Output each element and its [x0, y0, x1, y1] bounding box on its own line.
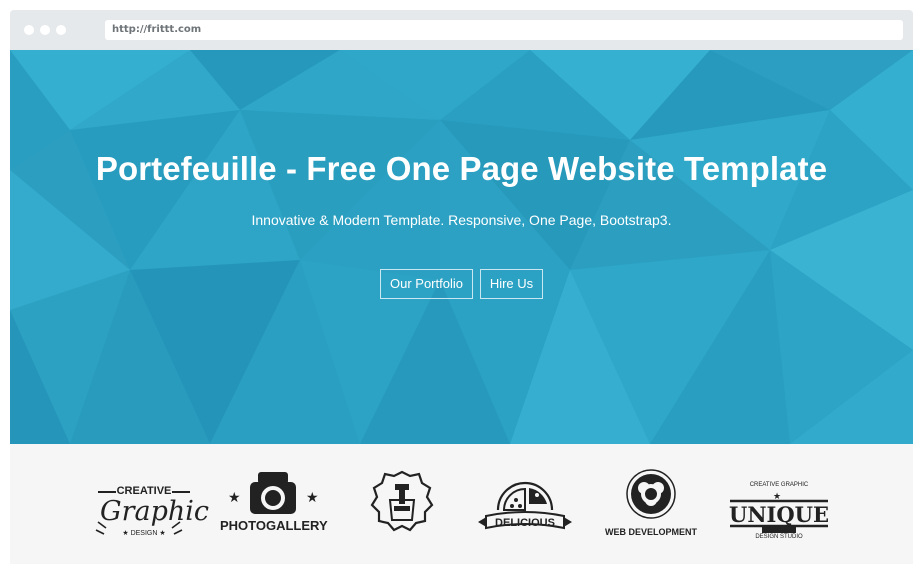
browser-toolbar: http://frittt.com — [10, 10, 913, 50]
logo-unique[interactable]: ★ CREATIVE GRAPHIC UNIQUE DESIGN STUDIO — [726, 444, 832, 564]
logo-unique-top: CREATIVE GRAPHIC — [749, 482, 809, 488]
logo-unique-label: UNIQUE — [729, 502, 829, 527]
hire-us-button[interactable]: Hire Us — [480, 269, 543, 299]
logo-unique-bottom: DESIGN STUDIO — [755, 534, 803, 540]
browser-window: http://frittt.com Portefeuille - Free On… — [10, 10, 913, 564]
svg-text:★: ★ — [228, 490, 241, 506]
polygon-background — [10, 50, 913, 444]
apron-badge-icon — [370, 470, 434, 532]
logo-photogallery-label: PHOTOGALLERY — [220, 518, 328, 533]
logo-delicious[interactable]: DELICIOUS — [474, 444, 576, 564]
client-logos-strip: CREATIVE Graphic ★ DESIGN ★ ★ ★ PHOTOGAL… — [10, 444, 913, 564]
window-control-dot[interactable] — [24, 25, 34, 35]
logo-web-development[interactable]: WEB DEVELOPMENT — [602, 444, 700, 564]
svg-text:★: ★ — [306, 490, 319, 506]
logo-creative-script: Graphic — [100, 496, 210, 527]
window-control-dot[interactable] — [40, 25, 50, 35]
logo-photogallery[interactable]: ★ ★ PHOTOGALLERY — [220, 444, 328, 564]
hero-title: Portefeuille - Free One Page Website Tem… — [95, 150, 828, 187]
aperture-icon — [626, 469, 676, 519]
logo-creative-graphic[interactable]: CREATIVE Graphic ★ DESIGN ★ — [92, 444, 210, 564]
hero-section: Portefeuille - Free One Page Website Tem… — [10, 50, 913, 444]
hero-subtitle: Innovative & Modern Template. Responsive… — [251, 212, 672, 228]
pizza-icon — [478, 481, 572, 530]
logo-creative-bottom: ★ DESIGN ★ — [122, 530, 166, 537]
logo-delicious-label: DELICIOUS — [495, 517, 555, 529]
address-bar[interactable]: http://frittt.com — [105, 20, 903, 40]
logo-webdev-label: WEB DEVELOPMENT — [604, 527, 697, 537]
our-portfolio-button[interactable]: Our Portfolio — [380, 269, 473, 299]
logo-apron-badge[interactable] — [364, 444, 440, 564]
camera-icon: ★ ★ — [228, 472, 319, 514]
window-control-dot[interactable] — [56, 25, 66, 35]
